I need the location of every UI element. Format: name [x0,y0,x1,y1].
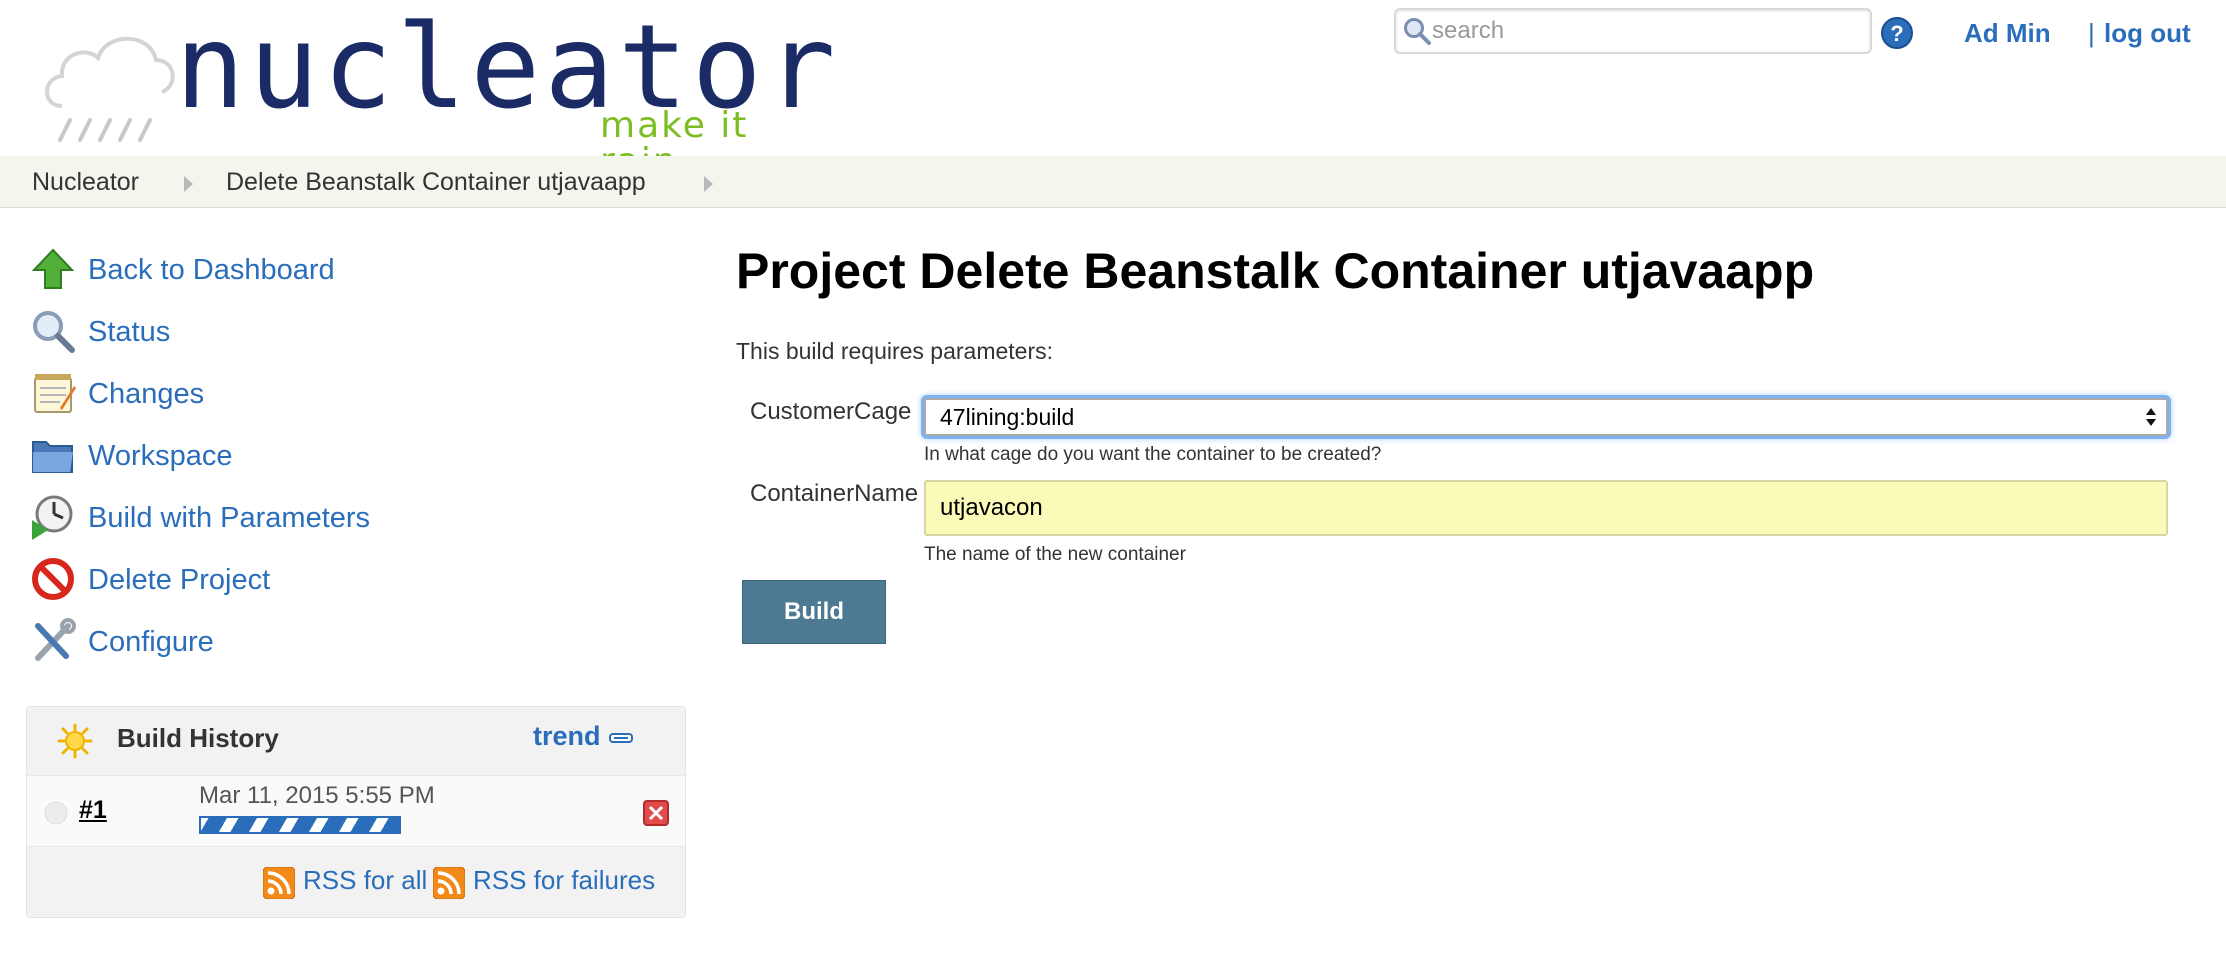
up-arrow-icon [31,248,75,289]
container-name-input[interactable] [924,480,2168,536]
breadcrumb-item-nucleator[interactable]: Nucleator [32,168,139,197]
task-workspace[interactable]: Workspace [30,432,670,480]
build-history-widget: Build History trend #1 Mar 11, 2015 5:55… [26,706,686,918]
customer-cage-selected-value: 47lining:build [940,404,1075,430]
rss-all-label[interactable]: RSS for all [303,865,427,896]
help-icon[interactable]: ? [1880,16,1914,50]
rss-icon [263,867,295,899]
logout-separator: | [2088,18,2095,48]
magnifier-icon [33,311,75,353]
abort-build-icon[interactable] [643,800,669,826]
rain-cloud-icon [45,36,175,142]
task-changes[interactable]: Changes [30,370,670,418]
main-panel: Project Delete Beanstalk Container utjav… [736,208,2196,960]
breadcrumb-item-project[interactable]: Delete Beanstalk Container utjavaapp [226,168,646,197]
page-header: nucleator make it rain. ? Ad Min | log o… [0,0,2226,180]
task-label[interactable]: Configure [88,626,214,659]
param-label-customer-cage: CustomerCage [750,398,912,425]
customer-cage-select[interactable]: 47lining:build [924,398,2168,436]
param-description-customer-cage: In what cage do you want the container t… [924,444,1382,465]
wrench-screwdriver-icon [35,618,76,661]
build-history-footer: RSS for all RSS for failures [27,847,685,917]
build-history-title: Build History [117,723,279,753]
folder-icon [32,441,73,473]
task-label[interactable]: Build with Parameters [88,502,370,535]
param-description-container-name: The name of the new container [924,544,1186,565]
task-label[interactable]: Delete Project [88,564,270,597]
collapse-icon[interactable] [609,731,633,745]
rss-failures-label[interactable]: RSS for failures [473,865,655,896]
parameters-intro: This build requires parameters: [736,338,1054,364]
build-progress-bar[interactable] [199,816,401,834]
task-status[interactable]: Status [30,308,670,356]
side-panel: Back to Dashboard Status Changes Workspa… [0,208,700,960]
search-box[interactable] [1394,8,1872,54]
breadcrumb-separator-icon [704,176,713,192]
task-delete-project[interactable]: Delete Project [30,556,670,604]
select-updown-arrows-icon [2146,408,2156,426]
search-input[interactable] [1432,14,1862,48]
task-back-to-dashboard[interactable]: Back to Dashboard [30,246,670,294]
rss-icon [433,867,465,899]
task-label[interactable]: Status [88,316,170,349]
nucleator-logo[interactable]: nucleator make it rain. [40,10,840,180]
build-history-row: #1 Mar 11, 2015 5:55 PM [27,775,685,847]
build-date: Mar 11, 2015 5:55 PM [199,782,435,809]
breadcrumb-separator-icon [184,176,193,192]
task-configure[interactable]: Configure [30,618,670,666]
no-entry-icon [32,558,74,600]
sun-icon [57,723,93,759]
logout-link[interactable]: log out [2104,18,2191,49]
svg-text:?: ? [1890,21,1903,46]
task-label[interactable]: Changes [88,378,204,411]
search-icon [1404,18,1431,45]
page-title: Project Delete Beanstalk Container utjav… [736,243,1815,299]
task-build-with-parameters[interactable]: Build with Parameters [30,494,670,542]
clock-play-icon [32,495,73,540]
build-number-link[interactable]: #1 [79,796,107,825]
task-label[interactable]: Workspace [88,440,233,473]
breadcrumb: Nucleator Delete Beanstalk Container utj… [0,156,2226,208]
build-progress-fill [201,818,399,832]
user-profile-link[interactable]: Ad Min [1964,18,2051,49]
build-history-header: Build History trend [27,707,685,775]
build-status-ball-icon [44,801,68,825]
param-label-container-name: ContainerName [750,480,919,507]
notepad-icon [34,374,76,413]
trend-link[interactable]: trend [533,721,601,752]
task-label[interactable]: Back to Dashboard [88,254,335,287]
build-button[interactable]: Build [742,580,886,644]
